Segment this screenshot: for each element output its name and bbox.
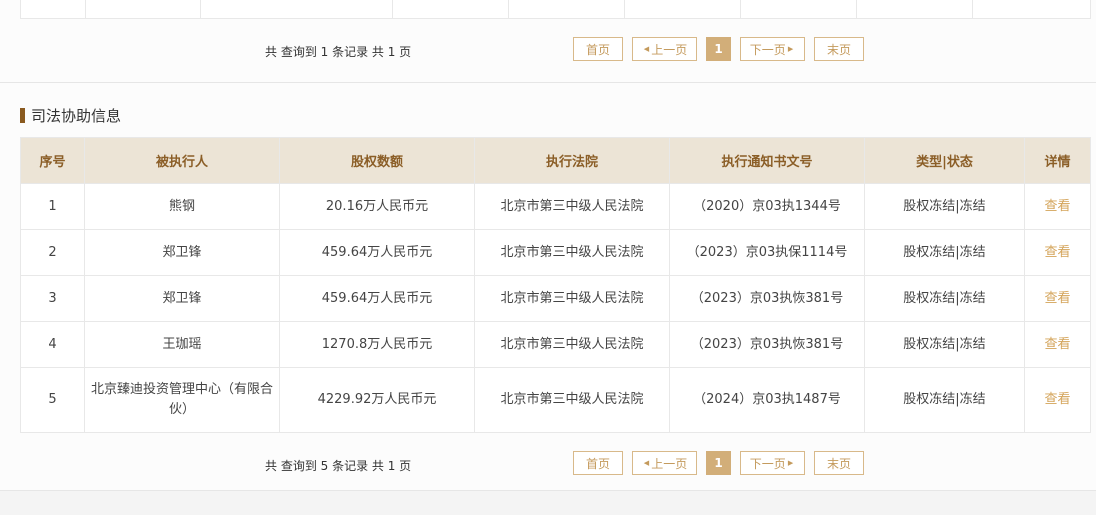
row-index: 1 <box>20 183 85 230</box>
table-row: 4 王珈瑶 1270.8万人民币元 北京市第三中级人民法院 （2023）京03执… <box>20 321 1091 368</box>
table-header-row: 序号 被执行人 股权数额 执行法院 执行通知书文号 类型|状态 详情 <box>20 137 1091 184</box>
prev-page-button[interactable]: ◀ 上一页 <box>632 451 697 475</box>
row-index: 3 <box>20 275 85 322</box>
table-cell <box>624 0 741 18</box>
row-person: 郑卫锋 <box>84 229 280 276</box>
next-section-strip <box>0 491 1096 515</box>
row-detail-cell: 查看 <box>1024 183 1091 230</box>
table-cell <box>740 0 857 18</box>
row-status: 股权冻结|冻结 <box>864 229 1025 276</box>
next-page-button[interactable]: 下一页 ▶ <box>740 37 805 61</box>
chevron-right-icon: ▶ <box>787 45 794 53</box>
row-person: 郑卫锋 <box>84 275 280 322</box>
row-court: 北京市第三中级人民法院 <box>474 183 670 230</box>
view-detail-link[interactable]: 查看 <box>1044 337 1070 352</box>
row-status: 股权冻结|冻结 <box>864 321 1025 368</box>
view-detail-link[interactable]: 查看 <box>1044 291 1070 306</box>
row-status: 股权冻结|冻结 <box>864 275 1025 322</box>
top-pager-summary: 共 查询到 1 条记录 共 1 页 <box>265 45 412 59</box>
row-person: 王珈瑶 <box>84 321 280 368</box>
table-row: 1 熊钢 20.16万人民币元 北京市第三中级人民法院 （2020）京03执13… <box>20 183 1091 230</box>
row-index: 2 <box>20 229 85 276</box>
table-cell <box>85 0 201 18</box>
section-title: 司法协助信息 <box>31 106 122 125</box>
header-detail: 详情 <box>1024 137 1091 184</box>
prev-page-label: 上一页 <box>651 456 688 471</box>
row-amount: 1270.8万人民币元 <box>279 321 475 368</box>
header-doc-no: 执行通知书文号 <box>669 137 865 184</box>
table-row: 2 郑卫锋 459.64万人民币元 北京市第三中级人民法院 （2023）京03执… <box>20 229 1091 276</box>
header-status: 类型|状态 <box>864 137 1025 184</box>
row-doc-no: （2023）京03执恢381号 <box>669 275 865 322</box>
bottom-pager-summary: 共 查询到 5 条记录 共 1 页 <box>265 459 412 473</box>
header-person: 被执行人 <box>84 137 280 184</box>
section-heading: 司法协助信息 <box>20 105 121 125</box>
row-status: 股权冻结|冻结 <box>864 183 1025 230</box>
table-cell <box>972 0 1089 18</box>
row-doc-no: （2024）京03执1487号 <box>669 367 865 433</box>
row-index: 4 <box>20 321 85 368</box>
row-person: 熊钢 <box>84 183 280 230</box>
row-doc-no: （2020）京03执1344号 <box>669 183 865 230</box>
prev-page-label: 上一页 <box>651 42 688 57</box>
row-amount: 459.64万人民币元 <box>279 229 475 276</box>
next-page-label: 下一页 <box>749 42 786 57</box>
view-detail-link[interactable]: 查看 <box>1044 245 1070 260</box>
last-page-button[interactable]: 末页 <box>814 451 864 475</box>
judicial-assistance-table: 序号 被执行人 股权数额 执行法院 执行通知书文号 类型|状态 详情 1 熊钢 … <box>20 137 1091 433</box>
row-amount: 4229.92万人民币元 <box>279 367 475 433</box>
section-marker <box>20 107 25 123</box>
chevron-left-icon: ◀ <box>643 459 650 467</box>
header-amount: 股权数额 <box>279 137 475 184</box>
view-detail-link[interactable]: 查看 <box>1044 199 1070 214</box>
row-detail-cell: 查看 <box>1024 321 1091 368</box>
first-page-button[interactable]: 首页 <box>573 451 623 475</box>
last-page-button[interactable]: 末页 <box>814 37 864 61</box>
table-row: 3 郑卫锋 459.64万人民币元 北京市第三中级人民法院 （2023）京03执… <box>20 275 1091 322</box>
table-cell <box>856 0 973 18</box>
first-page-button[interactable]: 首页 <box>573 37 623 61</box>
row-detail-cell: 查看 <box>1024 367 1091 433</box>
chevron-right-icon: ▶ <box>787 459 794 467</box>
current-page-button[interactable]: 1 <box>706 451 731 475</box>
view-detail-link[interactable]: 查看 <box>1044 392 1070 407</box>
row-index: 5 <box>20 367 85 433</box>
prev-page-button[interactable]: ◀ 上一页 <box>632 37 697 61</box>
table-cell <box>508 0 625 18</box>
row-court: 北京市第三中级人民法院 <box>474 321 670 368</box>
header-index: 序号 <box>20 137 85 184</box>
table-cell <box>200 0 393 18</box>
row-court: 北京市第三中级人民法院 <box>474 229 670 276</box>
row-amount: 20.16万人民币元 <box>279 183 475 230</box>
row-status: 股权冻结|冻结 <box>864 367 1025 433</box>
table-cell <box>21 0 86 18</box>
row-court: 北京市第三中级人民法院 <box>474 367 670 433</box>
row-doc-no: （2023）京03执恢381号 <box>669 321 865 368</box>
row-court: 北京市第三中级人民法院 <box>474 275 670 322</box>
chevron-left-icon: ◀ <box>643 45 650 53</box>
next-page-button[interactable]: 下一页 ▶ <box>740 451 805 475</box>
previous-section-panel: 共 查询到 1 条记录 共 1 页 首页 ◀ 上一页 1 下一页 ▶ 末页 <box>0 0 1096 83</box>
row-detail-cell: 查看 <box>1024 229 1091 276</box>
row-doc-no: （2023）京03执保1114号 <box>669 229 865 276</box>
table-cell <box>392 0 509 18</box>
row-amount: 459.64万人民币元 <box>279 275 475 322</box>
top-pager: 首页 ◀ 上一页 1 下一页 ▶ 末页 <box>573 37 864 61</box>
row-person: 北京臻迪投资管理中心（有限合伙） <box>84 367 280 433</box>
current-page-button[interactable]: 1 <box>706 37 731 61</box>
table-row: 5 北京臻迪投资管理中心（有限合伙） 4229.92万人民币元 北京市第三中级人… <box>20 367 1091 433</box>
bottom-pager: 首页 ◀ 上一页 1 下一页 ▶ 末页 <box>573 451 864 475</box>
next-page-label: 下一页 <box>749 456 786 471</box>
row-detail-cell: 查看 <box>1024 275 1091 322</box>
previous-table-last-row <box>20 0 1091 19</box>
header-court: 执行法院 <box>474 137 670 184</box>
